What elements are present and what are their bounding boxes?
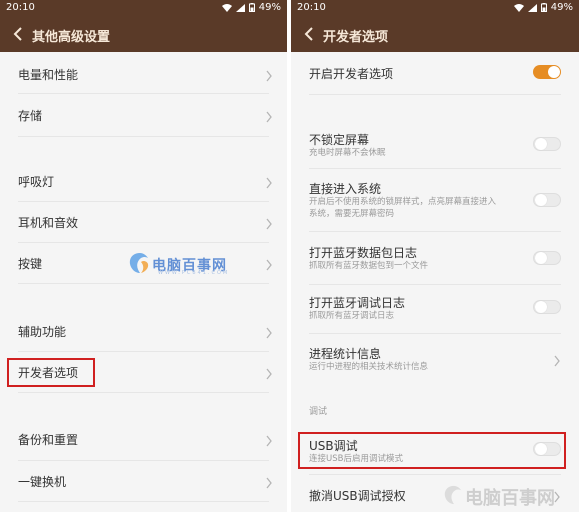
watermark: 电脑百事网 WWW.PC841.COM [128, 252, 227, 278]
chevron-right-icon [265, 67, 273, 82]
item-subtitle: 抓取所有蓝牙调试日志 [309, 311, 395, 321]
wifi-icon [221, 3, 232, 12]
chevron-right-icon [265, 174, 273, 189]
item-label: 呼吸灯 [18, 175, 55, 189]
item-subtitle: 运行中进程的相关技术统计信息 [309, 362, 429, 372]
list-item-backup-reset[interactable]: 备份和重置 [0, 418, 287, 460]
right-screen: 20:10 49% 开发者选项 开启开发者选项 不锁定屏幕 充电时屏幕不会休眠 [291, 0, 579, 512]
watermark-text: 电脑百事网 [465, 488, 555, 509]
wifi-icon [513, 3, 524, 12]
highlight-box [7, 358, 95, 387]
status-time: 20:10 [297, 2, 326, 13]
list-item-process-stats[interactable]: 进程统计信息 运行中进程的相关技术统计信息 [291, 334, 579, 384]
list-item-one-key-transfer[interactable]: 一键换机 [0, 461, 287, 501]
item-label: 存储 [18, 109, 43, 123]
toggle-switch[interactable] [533, 137, 561, 151]
list-item-bt-packet-log[interactable]: 打开蓝牙数据包日志 抓取所有蓝牙数据包到一个文件 [291, 232, 579, 284]
item-subtitle: 抓取所有蓝牙数据包到一个文件 [309, 261, 429, 271]
section-header-debug: 调试 [309, 407, 328, 417]
list-item-breathing-light[interactable]: 呼吸灯 [0, 160, 287, 202]
divider [18, 501, 269, 502]
toggle-knob [535, 301, 547, 313]
toggle-switch[interactable] [533, 300, 561, 314]
toggle-knob [535, 194, 547, 206]
list-item-accessibility[interactable]: 辅助功能 [0, 310, 287, 352]
divider [309, 94, 561, 95]
divider [18, 136, 269, 137]
status-bar: 20:10 49% [0, 0, 287, 17]
watermark: 电脑百事网 [443, 484, 555, 510]
signal-icon [235, 3, 245, 12]
left-screen: 20:10 49% 其他高级设置 电量和性能 存储 呼吸灯 耳机和音效 按键 辅… [0, 0, 287, 512]
watermark-logo-icon [128, 252, 152, 278]
item-label: 打开蓝牙调试日志 [309, 296, 406, 310]
item-subtitle-line2: 系统，需要无屏幕密码 [309, 209, 395, 219]
chevron-right-icon [265, 108, 273, 123]
chevron-right-icon [553, 352, 561, 367]
highlight-box [298, 432, 566, 469]
item-label: 耳机和音效 [18, 216, 79, 230]
divider [18, 283, 269, 284]
item-label: 撤消USB调试授权 [309, 489, 406, 503]
chevron-right-icon [265, 474, 273, 489]
item-label: 直接进入系统 [309, 182, 382, 196]
page-title: 其他高级设置 [32, 30, 111, 45]
status-icons: 49% [513, 2, 573, 13]
title-bar: 其他高级设置 [0, 17, 287, 52]
chevron-right-icon [265, 324, 273, 339]
watermark-logo-icon [443, 485, 465, 509]
page-title: 开发者选项 [323, 30, 389, 45]
back-arrow-icon[interactable] [303, 26, 315, 42]
back-arrow-icon[interactable] [12, 26, 24, 42]
item-label: 备份和重置 [18, 433, 79, 447]
list-item-headphones-audio[interactable]: 耳机和音效 [0, 202, 287, 242]
chevron-right-icon [265, 365, 273, 380]
watermark-url: WWW.PC841.COM [158, 270, 230, 276]
toggle-switch[interactable] [533, 65, 561, 79]
list-item-battery[interactable]: 电量和性能 [0, 52, 287, 94]
item-label: 进程统计信息 [309, 347, 382, 361]
list-item-stay-awake[interactable]: 不锁定屏幕 充电时屏幕不会休眠 [291, 120, 579, 168]
item-label: 电量和性能 [18, 68, 79, 82]
list-item-bt-debug-log[interactable]: 打开蓝牙调试日志 抓取所有蓝牙调试日志 [291, 285, 579, 333]
chevron-right-icon [265, 215, 273, 230]
item-label: 辅助功能 [18, 325, 67, 339]
list-item-storage[interactable]: 存储 [0, 94, 287, 136]
status-bar: 20:10 49% [291, 0, 579, 17]
battery-percent: 49% [258, 2, 281, 13]
chevron-right-icon [265, 256, 273, 271]
developer-options-master-row[interactable]: 开启开发者选项 [291, 52, 579, 94]
toggle-switch[interactable] [533, 193, 561, 207]
list-item-direct-boot[interactable]: 直接进入系统 开启后不使用系统的锁屏样式，点亮屏幕直接进入 系统，需要无屏幕密码 [291, 169, 579, 231]
item-label: 不锁定屏幕 [309, 133, 370, 147]
item-label: 开启开发者选项 [309, 67, 394, 81]
status-icons: 49% [221, 2, 281, 13]
battery-icon [540, 3, 547, 12]
title-bar: 开发者选项 [291, 17, 579, 52]
chevron-right-icon [265, 432, 273, 447]
item-subtitle-line1: 开启后不使用系统的锁屏样式，点亮屏幕直接进入 [309, 197, 497, 207]
item-subtitle: 充电时屏幕不会休眠 [309, 148, 386, 158]
item-label: 打开蓝牙数据包日志 [309, 246, 418, 260]
toggle-knob [535, 138, 547, 150]
item-label: 按键 [18, 257, 43, 271]
toggle-switch[interactable] [533, 251, 561, 265]
status-time: 20:10 [6, 2, 35, 13]
toggle-knob [535, 252, 547, 264]
battery-percent: 49% [550, 2, 573, 13]
battery-icon [248, 3, 255, 12]
signal-icon [527, 3, 537, 12]
divider [18, 392, 269, 393]
item-label: 一键换机 [18, 475, 67, 489]
toggle-knob [548, 66, 560, 78]
